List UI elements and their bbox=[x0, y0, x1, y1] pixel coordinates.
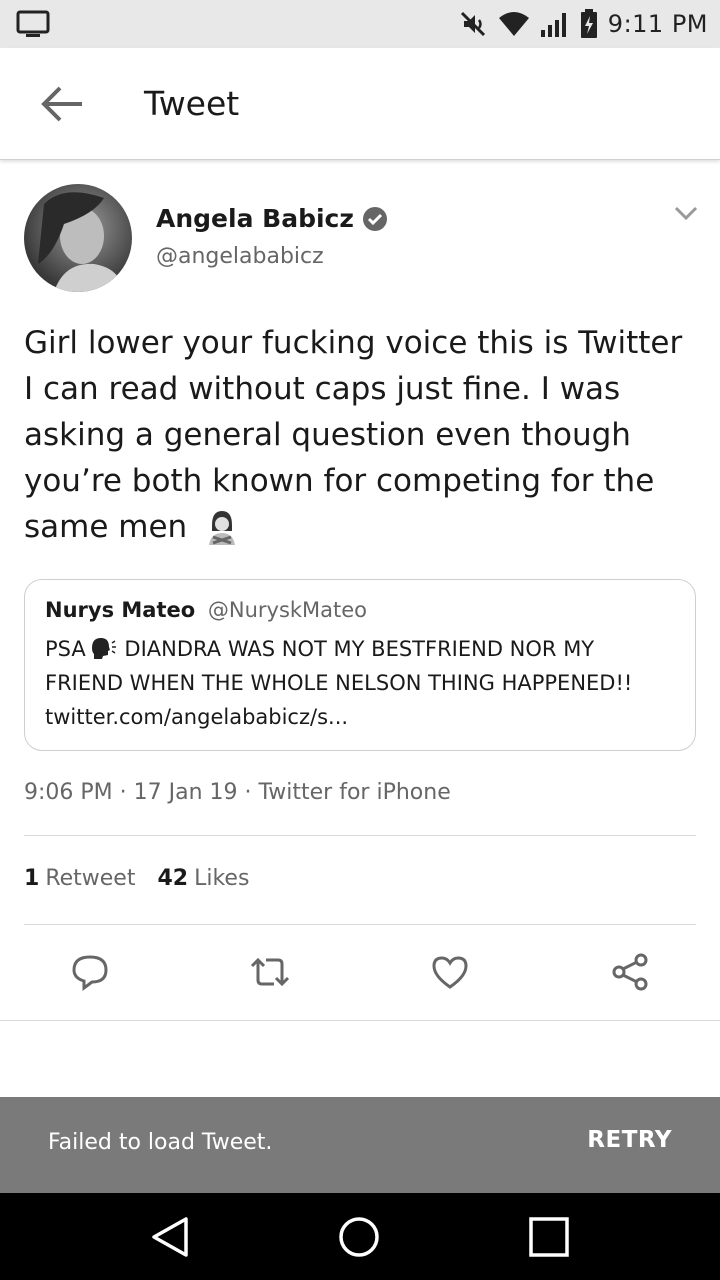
reply-button[interactable] bbox=[66, 948, 114, 996]
page-title: Tweet bbox=[144, 84, 240, 123]
retweet-icon bbox=[250, 957, 290, 987]
divider bbox=[24, 924, 696, 925]
quote-text-rest: DIANDRA WAS NOT MY BESTFRIEND NOR MY FRI… bbox=[45, 637, 633, 729]
tweet-body: Girl lower your fucking voice this is Tw… bbox=[24, 325, 683, 545]
avatar-image bbox=[38, 192, 124, 292]
divider bbox=[24, 835, 696, 836]
signal-icon bbox=[540, 13, 566, 37]
retry-button[interactable]: RETRY bbox=[587, 1127, 672, 1153]
retweets-count: 1 bbox=[24, 866, 40, 891]
home-circle-icon bbox=[339, 1217, 379, 1257]
quoted-tweet[interactable]: Nurys Mateo @NuryskMateo PSA DIANDRA WAS… bbox=[24, 579, 696, 751]
author-handle[interactable]: @angelababicz bbox=[156, 244, 324, 269]
speaking-head-icon bbox=[91, 638, 116, 659]
share-icon bbox=[612, 953, 648, 991]
verified-badge-icon bbox=[362, 206, 387, 231]
app-bar: Tweet bbox=[0, 48, 720, 160]
avatar[interactable] bbox=[24, 184, 132, 292]
tweet-timestamp: 9:06 PM · 17 Jan 19 · Twitter for iPhone bbox=[24, 780, 451, 805]
screen-icon bbox=[16, 10, 50, 37]
status-icons: 9:11 PM bbox=[458, 8, 708, 40]
snackbar-message: Failed to load Tweet. bbox=[48, 1130, 273, 1155]
tweet-stats: 1 Retweet 42 Likes bbox=[24, 866, 249, 891]
like-icon bbox=[432, 956, 468, 989]
quote-author-handle: @NuryskMateo bbox=[207, 598, 368, 622]
mute-icon bbox=[460, 11, 485, 37]
reply-icon bbox=[72, 955, 108, 991]
retweets-stat[interactable]: 1 Retweet bbox=[24, 866, 135, 891]
retweet-button[interactable] bbox=[246, 948, 294, 996]
likes-label: Likes bbox=[194, 866, 250, 891]
quote-text: PSA DIANDRA WAS NOT MY BESTFRIEND NOR MY… bbox=[45, 632, 675, 734]
author-name[interactable]: Angela Babicz bbox=[156, 204, 388, 233]
tweet-menu-button[interactable] bbox=[668, 198, 704, 228]
person-gesturing-no-icon bbox=[209, 511, 236, 545]
likes-count: 42 bbox=[157, 866, 189, 891]
back-button[interactable] bbox=[30, 76, 94, 132]
divider bbox=[0, 1020, 720, 1021]
battery-charging-icon bbox=[580, 9, 597, 38]
arrow-left-icon bbox=[41, 86, 82, 122]
like-button[interactable] bbox=[426, 948, 474, 996]
quote-author-name: Nurys Mateo bbox=[45, 598, 196, 622]
tweet-text: Girl lower your fucking voice this is Tw… bbox=[24, 320, 696, 550]
recents-square-icon bbox=[529, 1217, 569, 1257]
snackbar: Failed to load Tweet. RETRY bbox=[0, 1097, 720, 1193]
author-name-text: Angela Babicz bbox=[156, 204, 354, 233]
retweets-label: Retweet bbox=[45, 866, 136, 891]
wifi-icon bbox=[498, 12, 529, 36]
system-nav-bar bbox=[0, 1193, 720, 1280]
nav-back-button[interactable] bbox=[146, 1213, 194, 1261]
quote-text-start: PSA bbox=[45, 637, 86, 661]
back-triangle-icon bbox=[152, 1217, 188, 1257]
status-bar: 9:11 PM bbox=[0, 0, 720, 48]
share-button[interactable] bbox=[606, 948, 654, 996]
quote-header: Nurys Mateo @NuryskMateo bbox=[45, 596, 675, 624]
status-time: 9:11 PM bbox=[607, 10, 708, 38]
nav-recents-button[interactable] bbox=[525, 1213, 573, 1261]
chevron-down-icon bbox=[674, 206, 698, 221]
nav-home-button[interactable] bbox=[335, 1213, 383, 1261]
likes-stat[interactable]: 42 Likes bbox=[157, 866, 249, 891]
tweet-actions bbox=[0, 940, 720, 1004]
